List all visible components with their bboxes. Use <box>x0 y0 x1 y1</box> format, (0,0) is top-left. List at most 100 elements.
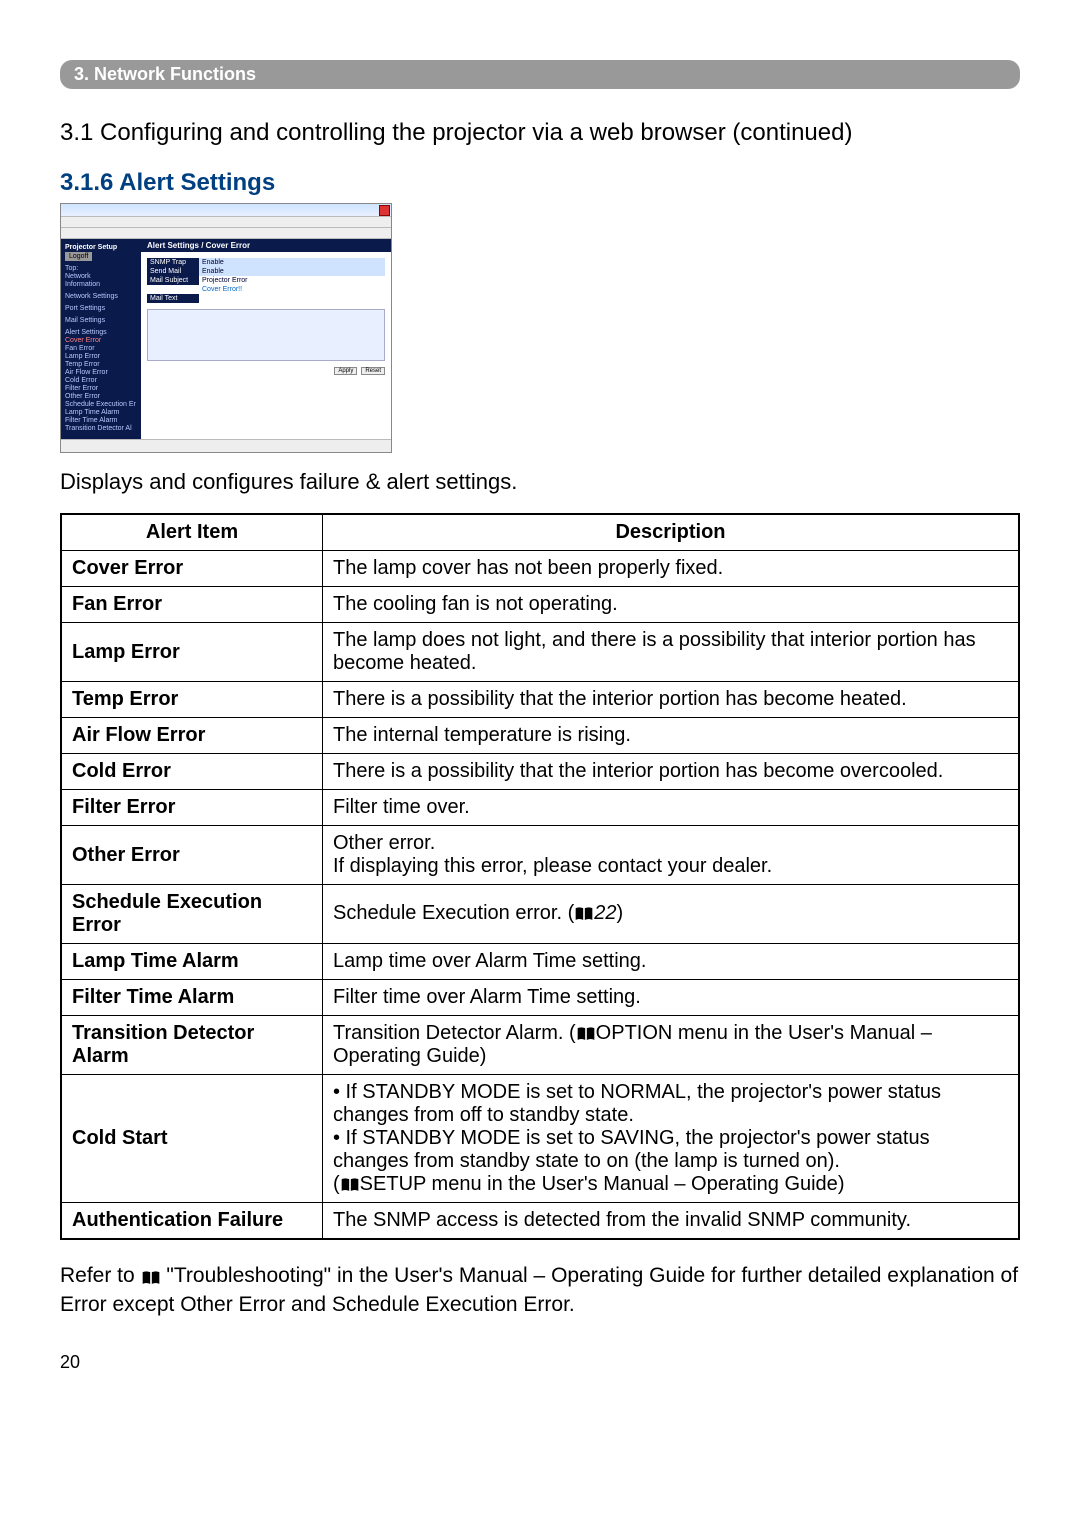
sidebar-link: Mail Settings <box>65 317 137 324</box>
sidebar-alert-active: Cover Error <box>65 337 137 344</box>
sidebar-title: Projector Setup <box>65 244 137 251</box>
ss-cell: Projector Error <box>199 276 385 285</box>
chapter-bar: 3. Network Functions <box>60 60 1020 89</box>
book-icon <box>574 903 594 926</box>
row-desc: Other error. If displaying this error, p… <box>323 826 1020 885</box>
sidebar-link: Network <box>65 273 137 280</box>
row-name: Lamp Time Alarm <box>61 944 323 980</box>
row-desc: There is a possibility that the interior… <box>323 754 1020 790</box>
row-desc: There is a possibility that the interior… <box>323 682 1020 718</box>
mail-text-area <box>147 309 385 361</box>
manual-ref: SETUP menu in the User's Manual – Operat… <box>360 1173 838 1195</box>
close-icon <box>379 205 390 216</box>
book-icon <box>141 1263 161 1290</box>
footer-pre: Refer to <box>60 1264 141 1287</box>
desc-text: Schedule Execution error. ( <box>333 902 574 924</box>
row-desc: Lamp time over Alarm Time setting. <box>323 944 1020 980</box>
footer-ref: "Troubleshooting" in the User's Manual –… <box>166 1264 705 1287</box>
sidebar-alert: Lamp Time Alarm <box>65 409 137 416</box>
row-name: Cover Error <box>61 551 323 587</box>
subsection-heading: 3.1.6 Alert Settings <box>60 169 1020 197</box>
ss-cell: Cover Error!! <box>199 285 385 294</box>
table-row: Fan ErrorThe cooling fan is not operatin… <box>61 587 1019 623</box>
row-name: Transition Detector Alarm <box>61 1016 323 1075</box>
ss-cell: Enable <box>199 267 385 276</box>
desc-line: • If STANDBY MODE is set to SAVING, the … <box>333 1127 930 1172</box>
section-title: 3.1 Conﬁguring and controlling the proje… <box>60 119 1020 147</box>
row-name: Air Flow Error <box>61 718 323 754</box>
desc-text: ) <box>617 902 624 924</box>
row-desc: Filter time over. <box>323 790 1020 826</box>
page-number: 20 <box>60 1352 1020 1373</box>
ss-cell: SNMP Trap <box>147 258 199 267</box>
header-alert-item: Alert Item <box>61 514 323 551</box>
desc-text: ) <box>480 1045 487 1067</box>
row-name: Other Error <box>61 826 323 885</box>
ss-cell: Mail Subject <box>147 276 199 285</box>
sidebar-link: Network Settings <box>65 293 137 300</box>
ss-cell <box>199 294 385 303</box>
row-name: Cold Error <box>61 754 323 790</box>
table-row: Filter Time AlarmFilter time over Alarm … <box>61 980 1019 1016</box>
header-description: Description <box>323 514 1020 551</box>
row-name: Cold Start <box>61 1075 323 1203</box>
sidebar-alert: Air Flow Error <box>65 369 137 376</box>
row-name: Fan Error <box>61 587 323 623</box>
sidebar-link: Information <box>65 281 137 288</box>
table-row: Cover ErrorThe lamp cover has not been p… <box>61 551 1019 587</box>
row-desc: Transition Detector Alarm. (OPTION menu … <box>323 1016 1020 1075</box>
footer-note: Refer to "Troubleshooting" in the User's… <box>60 1262 1020 1317</box>
intro-text: Displays and configures failure & alert … <box>60 469 1020 495</box>
table-row: Other Error Other error. If displaying t… <box>61 826 1019 885</box>
row-name: Lamp Error <box>61 623 323 682</box>
row-name: Filter Error <box>61 790 323 826</box>
sidebar-alert: Cold Error <box>65 377 137 384</box>
row-desc: The lamp cover has not been properly fix… <box>323 551 1020 587</box>
ss-cell: Send Mail <box>147 267 199 276</box>
desc-line: • If STANDBY MODE is set to NORMAL, the … <box>333 1081 941 1126</box>
sidebar-alert: Filter Error <box>65 385 137 392</box>
row-desc: The internal temperature is rising. <box>323 718 1020 754</box>
alert-items-table: Alert Item Description Cover ErrorThe la… <box>60 513 1020 1240</box>
sidebar-alert: Filter Time Alarm <box>65 417 137 424</box>
row-desc: Schedule Execution error. ( 22) <box>323 885 1020 944</box>
apply-button: Apply <box>334 367 357 375</box>
row-name: Authentication Failure <box>61 1203 323 1240</box>
page-ref: 22 <box>594 902 616 924</box>
table-row: Cold ErrorThere is a possibility that th… <box>61 754 1019 790</box>
row-desc: Filter time over Alarm Time setting. <box>323 980 1020 1016</box>
table-header-row: Alert Item Description <box>61 514 1019 551</box>
table-row: Authentication FailureThe SNMP access is… <box>61 1203 1019 1240</box>
sidebar-alert: Fan Error <box>65 345 137 352</box>
table-row: Filter ErrorFilter time over. <box>61 790 1019 826</box>
book-icon <box>340 1173 360 1196</box>
row-desc: The SNMP access is detected from the inv… <box>323 1203 1020 1240</box>
sidebar-alert: Lamp Error <box>65 353 137 360</box>
sidebar-link: Alert Settings <box>65 329 137 336</box>
desc-text: Transition Detector Alarm. ( <box>333 1022 576 1044</box>
desc-line: Other error. <box>333 832 435 854</box>
table-row: Air Flow ErrorThe internal temperature i… <box>61 718 1019 754</box>
sidebar-alert: Other Error <box>65 393 137 400</box>
logoff-button: Logoff <box>65 252 92 261</box>
screenshot-main: Alert Settings / Cover Error SNMP TrapEn… <box>141 239 391 439</box>
ss-cell: Mail Text <box>147 294 199 303</box>
row-name: Schedule Execution Error <box>61 885 323 944</box>
book-icon <box>576 1022 596 1045</box>
table-row: Temp ErrorThere is a possibility that th… <box>61 682 1019 718</box>
screenshot-header: Alert Settings / Cover Error <box>141 239 391 252</box>
alert-settings-screenshot: Projector Setup Logoff Top: Network Info… <box>60 203 392 453</box>
table-row: Transition Detector Alarm Transition Det… <box>61 1016 1019 1075</box>
reset-button: Reset <box>361 367 385 375</box>
sidebar-link: Port Settings <box>65 305 137 312</box>
sidebar-alert: Transition Detector Al <box>65 425 137 432</box>
table-row: Lamp ErrorThe lamp does not light, and t… <box>61 623 1019 682</box>
sidebar-link: Top: <box>65 265 137 272</box>
ss-cell <box>147 285 199 294</box>
desc-line: If displaying this error, please contact… <box>333 855 772 877</box>
row-name: Temp Error <box>61 682 323 718</box>
row-desc: The cooling fan is not operating. <box>323 587 1020 623</box>
sidebar-alert: Schedule Execution Er <box>65 401 137 408</box>
table-row: Schedule Execution Error Schedule Execut… <box>61 885 1019 944</box>
table-row: Cold Start • If STANDBY MODE is set to N… <box>61 1075 1019 1203</box>
